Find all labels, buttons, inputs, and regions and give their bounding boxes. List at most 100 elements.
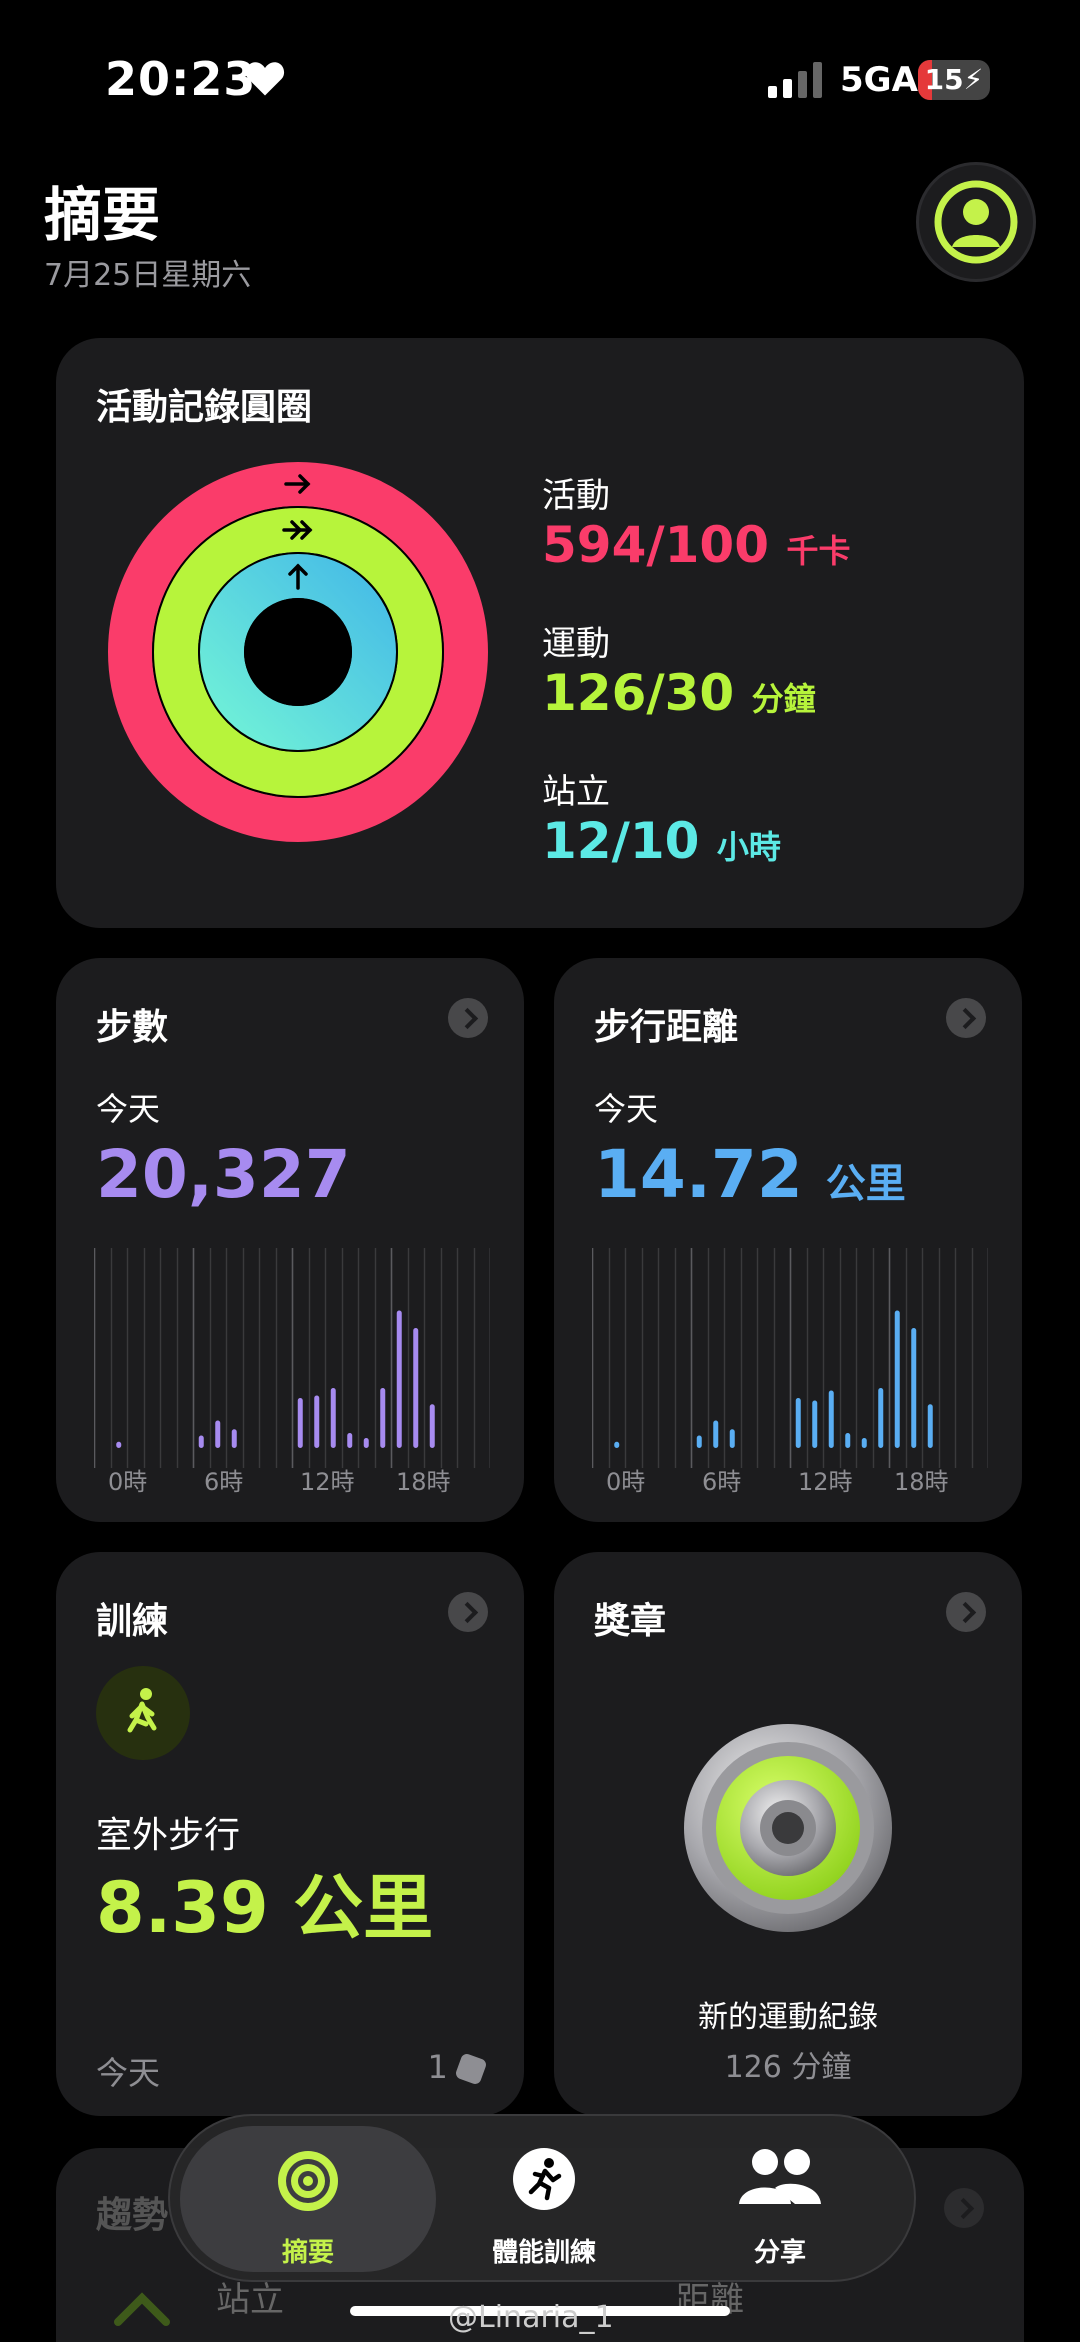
workout-type: 室外步行 (96, 1815, 241, 1856)
distance-bar-19 (911, 1328, 917, 1448)
distance-chevron-icon[interactable] (946, 998, 986, 1038)
steps-card[interactable]: 步數 今天 20,327 0時 6時 12時 18時 (56, 958, 524, 1522)
summary-rings-icon (278, 2151, 338, 2211)
distance-tick-6: 6時 (702, 1468, 742, 1496)
workout-card[interactable]: 訓練 室外步行 8.39 公里 今天 1 (56, 1552, 524, 2116)
steps-value: 20,327 (96, 1136, 351, 1213)
steps-tick-0: 0時 (108, 1468, 148, 1496)
exercise-value: 126/30 分鐘 (542, 664, 816, 722)
status-bar: 20:23 5GA 15⚡ (0, 0, 1080, 160)
workout-distance: 8.39 公里 (96, 1867, 434, 1949)
tab-summary[interactable]: 摘要 (180, 2126, 436, 2272)
tab-sharing[interactable]: 分享 (652, 2126, 908, 2272)
distance-tick-18: 18時 (894, 1468, 949, 1496)
distance-today-label: 今天 (594, 1090, 659, 1128)
awards-chevron-icon[interactable] (946, 1592, 986, 1632)
network-type: 5GA (840, 60, 918, 100)
award-medal-icon (684, 1724, 892, 1932)
steps-tick-18: 18時 (396, 1468, 451, 1496)
distance-bar-13 (812, 1400, 818, 1448)
steps-bar-14 (330, 1388, 336, 1448)
distance-bar-7 (713, 1420, 719, 1448)
steps-bar-15 (347, 1433, 353, 1448)
distance-unit: 公里 (825, 1161, 906, 1207)
steps-bar-8 (231, 1429, 237, 1448)
workout-stack-icon (454, 2052, 488, 2086)
distance-value-number: 14.72 (594, 1136, 803, 1213)
move-value: 594/100 千卡 (542, 516, 850, 574)
distance-card[interactable]: 步行距離 今天 14.72 公里 0時 6時 12時 18時 (554, 958, 1022, 1522)
steps-bar-7 (215, 1420, 221, 1448)
awards-title: 獎章 (594, 1601, 667, 1642)
distance-tick-0: 0時 (606, 1468, 646, 1496)
activity-rings-title: 活動記錄圓圈 (96, 387, 313, 428)
steps-chevron-icon[interactable] (448, 998, 488, 1038)
watermark-text: @Linaria_1 (448, 2300, 614, 2335)
distance-bar-16 (861, 1438, 867, 1448)
tab-fitness[interactable]: 體能訓練 (416, 2126, 672, 2272)
profile-avatar-icon (934, 180, 1018, 264)
distance-bar-17 (878, 1388, 884, 1448)
tab-sharing-label: 分享 (753, 2238, 806, 2268)
distance-bar-15 (845, 1433, 851, 1448)
distance-bar-12 (795, 1398, 801, 1448)
tab-bar: 摘要 體能訓練 分享 (168, 2114, 916, 2282)
steps-bar-18 (396, 1310, 402, 1448)
workout-count-number: 1 (427, 2048, 448, 2086)
move-label: 活動 (542, 476, 610, 516)
distance-hourly-chart (592, 1248, 988, 1468)
steps-bar-6 (198, 1435, 204, 1448)
distance-bar-1 (614, 1441, 620, 1448)
cellular-signal-icon (768, 62, 822, 98)
steps-tick-6: 6時 (204, 1468, 244, 1496)
fitness-plus-icon (513, 2148, 575, 2210)
steps-title: 步數 (96, 1007, 169, 1048)
workout-chevron-icon[interactable] (448, 1592, 488, 1632)
steps-tick-12: 12時 (300, 1468, 355, 1496)
walking-icon-badge (96, 1666, 190, 1760)
exercise-label: 運動 (542, 624, 610, 664)
distance-bar-20 (927, 1404, 933, 1448)
workout-title: 訓練 (96, 1601, 169, 1642)
steps-hourly-chart (94, 1248, 490, 1468)
steps-bar-19 (413, 1328, 419, 1448)
stand-value-number: 12/10 (542, 812, 700, 870)
distance-tick-12: 12時 (798, 1468, 853, 1496)
status-time: 20:23 (105, 52, 257, 106)
stand-value: 12/10 小時 (542, 812, 781, 870)
steps-bar-16 (363, 1438, 369, 1448)
stand-unit: 小時 (716, 828, 781, 866)
trend-up-icon (114, 2292, 170, 2326)
steps-bar-20 (429, 1404, 435, 1448)
move-value-number: 594/100 (542, 516, 770, 574)
outdoor-walk-icon (127, 1688, 157, 1733)
steps-bar-17 (380, 1388, 386, 1448)
distance-title: 步行距離 (594, 1007, 739, 1048)
steps-bar-1 (116, 1441, 122, 1448)
workout-date: 今天 (96, 2054, 161, 2092)
trends-chevron-icon[interactable] (944, 2188, 984, 2228)
sharing-people-icon (739, 2149, 821, 2204)
trends-title: 趨勢 (96, 2195, 169, 2236)
distance-bar-6 (696, 1435, 702, 1448)
tab-fitness-label: 體能訓練 (491, 2238, 596, 2268)
award-name: 新的運動紀錄 (698, 2000, 878, 2035)
distance-value: 14.72 公里 (594, 1136, 906, 1213)
page-title: 摘要 (44, 181, 161, 249)
exercise-value-number: 126/30 (542, 664, 735, 722)
activity-rings-card[interactable]: 活動記錄圓圈 活動 594/100 千卡 運動 126/30 分鐘 站立 12/… (56, 338, 1024, 928)
activity-rings-chart (108, 462, 488, 842)
steps-bar-13 (314, 1395, 320, 1448)
steps-today-label: 今天 (96, 1090, 161, 1128)
battery-indicator: 15⚡ (918, 60, 990, 100)
profile-button[interactable] (916, 162, 1036, 282)
distance-bar-18 (894, 1310, 900, 1448)
awards-card[interactable]: 獎章 新的運動紀錄 126 分鐘 (554, 1552, 1022, 2116)
distance-bar-14 (828, 1390, 834, 1448)
distance-bar-8 (729, 1429, 735, 1448)
page-date: 7月25日星期六 (44, 258, 252, 293)
heart-icon (245, 62, 285, 96)
steps-bar-12 (297, 1398, 303, 1448)
battery-level: 15 (924, 63, 964, 96)
award-value: 126 分鐘 (724, 2050, 852, 2085)
